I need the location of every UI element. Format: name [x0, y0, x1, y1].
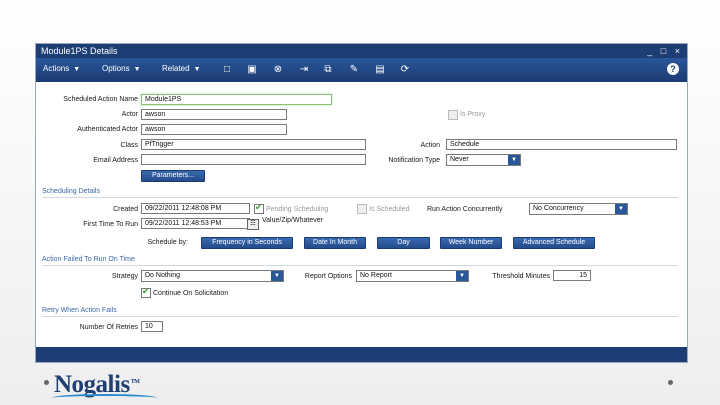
threshold-label: Threshold Minutes — [492, 273, 550, 280]
edit-icon[interactable]: ✎ — [348, 64, 360, 75]
frequency-seconds-button[interactable]: Frequency in Seconds — [201, 237, 293, 249]
pending-scheduling-checkbox[interactable] — [254, 202, 264, 214]
title-bar: Module1PS Details _ □ × — [36, 44, 687, 58]
report-options-label: Report Options — [304, 273, 352, 280]
toolbar: Actions ▼ Options ▼ Related ▼ □ ▣ ⊗ ⇥ ⧉ ✎ ▤… — [36, 58, 687, 82]
chevron-down-icon: ▼ — [133, 66, 141, 73]
actions-menu-label: Actions — [43, 64, 70, 73]
day-button[interactable]: Day — [377, 237, 430, 249]
continue-checkbox[interactable] — [141, 286, 151, 298]
actor-label: Actor — [121, 111, 138, 118]
is-proxy-label: Is Proxy — [460, 111, 486, 118]
bullet-dot — [44, 380, 49, 385]
chevron-down-icon: ▼ — [73, 66, 81, 73]
chevron-down-icon: ▼ — [456, 271, 468, 281]
is-scheduled-checkbox[interactable] — [357, 204, 367, 214]
notification-type-value: Never — [450, 156, 469, 163]
chevron-down-icon: ▼ — [615, 204, 627, 214]
threshold-input[interactable]: 15 — [553, 270, 591, 281]
status-bar — [36, 347, 687, 362]
concurrency-value: No Concurrency — [533, 205, 584, 212]
created-input[interactable]: 09/22/2011 12:48:08 PM — [141, 203, 250, 214]
chevron-down-icon: ▼ — [508, 155, 520, 165]
options-menu-label: Options — [102, 64, 130, 73]
advanced-schedule-button[interactable]: Advanced Schedule — [513, 237, 595, 249]
trademark: TM — [130, 378, 140, 385]
class-label: Class — [120, 142, 138, 149]
email-label: Email Address — [93, 157, 138, 164]
first-time-label: First Time To Run — [83, 221, 138, 228]
action-label: Action — [420, 142, 440, 149]
email-input[interactable] — [141, 154, 366, 165]
is-proxy-checkbox[interactable] — [448, 110, 458, 120]
help-icon[interactable]: ? — [667, 63, 679, 75]
attach-icon[interactable]: ▤ — [374, 64, 386, 75]
refresh-icon[interactable]: ⟳ — [399, 64, 411, 75]
date-in-month-button[interactable]: Date In Month — [304, 237, 366, 249]
logo-swoosh — [52, 394, 157, 402]
retry-section-title: Retry When Action Fails — [42, 307, 117, 314]
window-controls[interactable]: _ □ × — [647, 44, 683, 58]
notification-type-select[interactable]: Never ▼ — [446, 154, 521, 166]
failure-section-title: Action Failed To Run On Time — [42, 256, 135, 263]
strategy-label: Strategy — [111, 273, 138, 280]
copy-icon[interactable]: ⧉ — [322, 64, 334, 75]
related-menu-label: Related — [162, 64, 190, 73]
is-scheduled-label: Is Scheduled — [369, 206, 410, 213]
section-divider — [42, 197, 678, 198]
cancel-icon[interactable]: ⊗ — [272, 64, 284, 75]
number-of-retries-label: Number Of Retries — [79, 324, 138, 331]
first-time-hint: Value/Zip/Whatever — [262, 217, 323, 224]
actions-menu[interactable]: Actions ▼ — [43, 64, 80, 73]
bullet-dot — [668, 380, 673, 385]
action-input[interactable]: Schedule — [446, 139, 677, 150]
first-time-input[interactable]: 09/22/2011 12:48:53 PM — [141, 218, 250, 229]
authenticated-actor-label: Authenticated Actor — [77, 126, 138, 133]
section-divider — [42, 265, 678, 266]
scheduling-section-title: Scheduling Details — [42, 188, 100, 195]
scheduled-action-name-input[interactable]: Module1PS — [141, 94, 332, 105]
related-menu[interactable]: Related ▼ — [162, 64, 201, 73]
chevron-down-icon: ▼ — [193, 66, 201, 73]
section-divider — [42, 316, 678, 317]
parameters-button[interactable]: Parameters... — [141, 170, 205, 182]
class-input[interactable]: PfTrigger — [141, 139, 366, 150]
concurrency-select[interactable]: No Concurrency ▼ — [529, 203, 628, 215]
week-number-button[interactable]: Week Number — [440, 237, 502, 249]
created-label: Created — [113, 206, 138, 213]
authenticated-actor-input[interactable]: awson — [141, 124, 287, 135]
continue-label: Continue On Solicitation — [153, 290, 229, 297]
options-menu[interactable]: Options ▼ — [102, 64, 141, 73]
export-icon[interactable]: ⇥ — [298, 64, 310, 75]
window-title: Module1PS Details — [41, 46, 118, 56]
report-options-value: No Report — [360, 272, 392, 279]
strategy-value: Do Nothing — [145, 272, 181, 279]
notification-type-label: Notification Type — [388, 157, 440, 164]
concurrency-label: Run Action Concurrently — [427, 206, 503, 213]
details-window: Module1PS Details _ □ × Actions ▼ Options… — [35, 43, 688, 363]
strategy-select[interactable]: Do Nothing ▼ — [141, 270, 284, 282]
number-of-retries-input[interactable]: 10 — [141, 321, 163, 332]
pending-scheduling-label: Pending Scheduling — [266, 206, 329, 213]
report-options-select[interactable]: No Report ▼ — [356, 270, 469, 282]
schedule-by-label: Schedule by: — [147, 239, 188, 246]
new-document-icon[interactable]: □ — [221, 64, 233, 75]
scheduled-action-name-label: Scheduled Action Name — [63, 96, 138, 103]
calendar-icon[interactable]: ☷ — [247, 219, 259, 230]
save-icon[interactable]: ▣ — [246, 64, 258, 75]
actor-input[interactable]: awson — [141, 109, 287, 120]
